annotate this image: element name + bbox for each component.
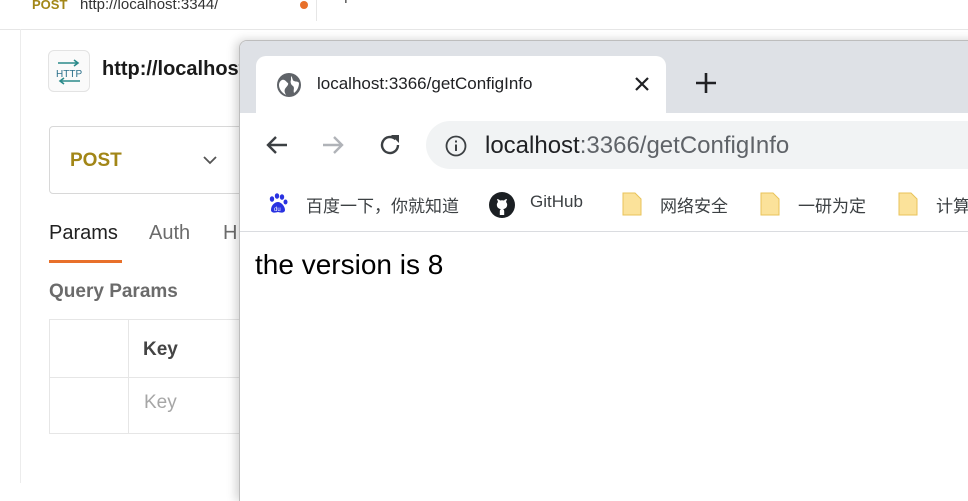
tab-params[interactable]: Params <box>49 222 118 245</box>
new-request-tab-icon[interactable]: + <box>340 0 352 11</box>
globe-icon <box>276 72 302 103</box>
close-tab-icon[interactable] <box>632 74 652 99</box>
response-text: the version is 8 <box>255 249 444 280</box>
request-tab-url: http://localhost:3344/ <box>80 0 219 13</box>
http-request-icon: HTTP <box>48 50 90 92</box>
bookmarks-bar: du 百度一下，你就知道 GitHub 网络安全 一研为定 计算 <box>240 177 968 232</box>
table-header-key: Key <box>143 339 178 360</box>
request-title[interactable]: http://localhost <box>102 58 245 81</box>
address-url: localhost:3366/getConfigInfo <box>485 132 789 160</box>
http-icon-text: HTTP <box>56 69 82 80</box>
svg-text:du: du <box>274 207 281 213</box>
address-path: :3366/getConfigInfo <box>579 132 790 159</box>
address-host: localhost <box>485 132 580 159</box>
page-content: the version is 8 <box>240 232 968 501</box>
bookmark-label: GitHub <box>530 192 583 211</box>
unsaved-dot-icon <box>300 1 308 9</box>
chevron-down-icon <box>200 153 220 172</box>
request-tab-strip: POST http://localhost:3344/ + <box>0 0 968 30</box>
forward-arrow-icon[interactable] <box>320 132 346 163</box>
folder-icon <box>897 191 919 222</box>
browser-tab-strip: localhost:3366/getConfigInfo <box>240 41 968 113</box>
folder-icon <box>759 191 781 222</box>
bookmark-label: 计算 <box>936 197 968 216</box>
bookmark-label: 一研为定 <box>798 197 866 216</box>
baidu-icon: du <box>266 191 290 220</box>
browser-window: localhost:3366/getConfigInfo localhost:3… <box>239 40 968 501</box>
bookmark-label: 网络安全 <box>660 197 728 216</box>
new-tab-icon[interactable] <box>694 71 718 100</box>
request-tab[interactable]: POST http://localhost:3344/ <box>18 0 317 21</box>
site-info-icon[interactable] <box>445 135 467 162</box>
folder-icon <box>621 191 643 222</box>
reload-icon[interactable] <box>376 131 404 164</box>
browser-tab-title: localhost:3366/getConfigInfo <box>317 74 533 93</box>
browser-tab[interactable]: localhost:3366/getConfigInfo <box>256 56 666 113</box>
request-tab-method: POST <box>32 0 68 12</box>
sidebar-divider <box>20 29 21 483</box>
tab-headers[interactable]: H <box>223 222 237 245</box>
bookmark-label: 百度一下，你就知道 <box>306 197 459 216</box>
browser-toolbar: localhost:3366/getConfigInfo <box>240 113 968 177</box>
active-tab-indicator <box>49 260 122 263</box>
back-arrow-icon[interactable] <box>264 132 290 163</box>
key-input[interactable]: Key <box>144 392 177 414</box>
query-params-title: Query Params <box>49 281 178 302</box>
method-select[interactable]: POST <box>49 126 269 194</box>
tab-auth[interactable]: Auth <box>149 222 190 245</box>
github-icon <box>488 191 516 224</box>
method-select-value: POST <box>70 150 122 171</box>
address-bar[interactable]: localhost:3366/getConfigInfo <box>426 121 968 169</box>
